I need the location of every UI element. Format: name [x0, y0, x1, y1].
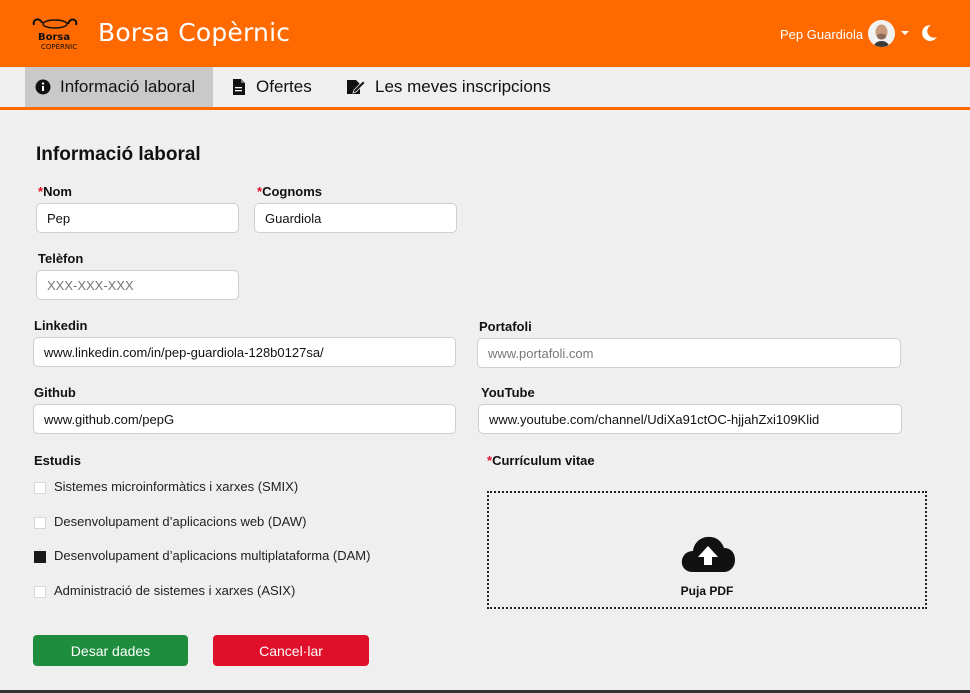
checkbox-label: Administració de sistemes i xarxes (ASIX… [54, 583, 296, 598]
linkedin-field[interactable] [33, 337, 456, 367]
avatar[interactable] [868, 20, 895, 47]
checkbox[interactable] [34, 516, 46, 529]
cloud-upload-icon [681, 536, 735, 572]
cognoms-label: *Cognoms [257, 184, 323, 199]
estudis-option-asix[interactable]: Administració de sistemes i xarxes (ASIX… [34, 583, 295, 598]
tab-label: Les meves inscripcions [375, 77, 551, 96]
tab-label: Informació laboral [60, 77, 196, 96]
signature-icon [346, 79, 366, 95]
tab-informacio-laboral[interactable]: Informació laboral [25, 67, 213, 107]
dark-mode-moon-icon[interactable] [920, 24, 938, 42]
youtube-label: YouTube [481, 385, 535, 400]
chevron-down-icon[interactable] [900, 29, 910, 37]
checkbox[interactable] [34, 585, 46, 598]
checkbox[interactable] [34, 481, 46, 494]
user-name[interactable]: Pep Guardiola [780, 27, 863, 42]
tab-label: Ofertes [256, 77, 312, 96]
github-field[interactable] [33, 404, 456, 434]
cv-upload-dropzone[interactable]: Puja PDF [487, 491, 927, 609]
github-label: Github [34, 385, 76, 400]
svg-text:COPÈRNIC: COPÈRNIC [41, 42, 77, 51]
document-icon [231, 79, 247, 95]
nom-field[interactable] [36, 203, 239, 233]
checkbox-label: Desenvolupament d’aplicacions multiplata… [54, 548, 371, 563]
cognoms-field[interactable] [254, 203, 457, 233]
borsa-copernic-logo[interactable]: Borsa COPÈRNIC [30, 15, 80, 51]
curriculum-label: *Currículum vitae [487, 453, 595, 468]
cancel-button[interactable]: Cancel·lar [213, 635, 369, 666]
estudis-option-daw[interactable]: Desenvolupament d’aplicacions web (DAW) [34, 514, 306, 529]
checkbox-label: Sistemes microinformàtics i xarxes (SMIX… [54, 479, 299, 494]
tab-les-meves-inscripcions[interactable]: Les meves inscripcions [336, 67, 561, 107]
svg-text:Borsa: Borsa [38, 32, 70, 43]
app-title: Borsa Copèrnic [98, 18, 291, 47]
telefon-label: Telèfon [38, 251, 84, 266]
estudis-option-dam[interactable]: Desenvolupament d’aplicacions multiplata… [34, 548, 370, 563]
linkedin-label: Linkedin [34, 318, 88, 333]
tab-ofertes[interactable]: Ofertes [221, 67, 322, 107]
youtube-field[interactable] [478, 404, 902, 434]
nom-label: *Nom [38, 184, 72, 199]
checkbox-checked[interactable] [34, 550, 46, 563]
portafoli-label: Portafoli [479, 319, 532, 334]
estudis-option-smix[interactable]: Sistemes microinformàtics i xarxes (SMIX… [34, 479, 298, 494]
checkbox-label: Desenvolupament d’aplicacions web (DAW) [54, 514, 307, 529]
info-circle-icon [35, 79, 51, 95]
estudis-label: Estudis [34, 453, 81, 468]
save-button[interactable]: Desar dades [33, 635, 188, 666]
main-tabs: Informació laboral Ofertes Les meves ins… [0, 67, 970, 110]
telefon-field[interactable] [36, 270, 239, 300]
app-header: Borsa COPÈRNIC Borsa Copèrnic Pep Guardi… [0, 0, 970, 67]
upload-label: Puja PDF [680, 584, 734, 598]
portafoli-field[interactable] [477, 338, 901, 368]
page-title: Informació laboral [36, 144, 201, 165]
